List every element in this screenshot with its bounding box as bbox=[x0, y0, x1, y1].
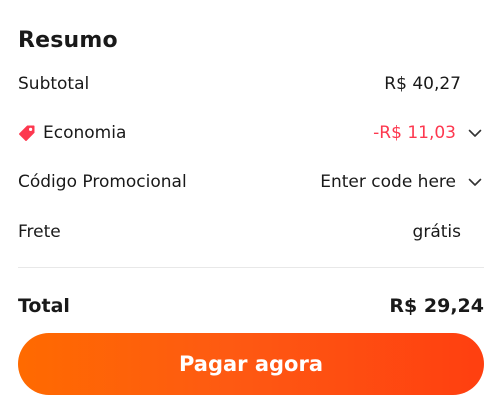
subtotal-value: R$ 40,27 bbox=[384, 74, 461, 94]
order-summary: Resumo Subtotal R$ 40,27 Economia -R$ 11… bbox=[18, 0, 484, 412]
shipping-value: grátis bbox=[412, 222, 461, 242]
total-value: R$ 29,24 bbox=[389, 295, 484, 317]
total-row: Total R$ 29,24 bbox=[18, 291, 484, 321]
shipping-value-wrap: grátis bbox=[413, 222, 484, 242]
pay-now-button[interactable]: Pagar agora bbox=[18, 333, 484, 395]
savings-row[interactable]: Economia -R$ 11,03 bbox=[18, 118, 484, 148]
promo-code-placeholder[interactable]: Enter code here bbox=[320, 172, 458, 192]
subtotal-label: Subtotal bbox=[18, 74, 90, 94]
shipping-row: Frete grátis bbox=[18, 217, 484, 247]
promo-code-row[interactable]: Código Promocional Enter code here bbox=[18, 167, 484, 197]
price-tag-icon bbox=[18, 124, 36, 142]
divider bbox=[18, 267, 484, 268]
summary-title: Resumo bbox=[18, 28, 118, 53]
total-label: Total bbox=[18, 295, 70, 317]
savings-value-wrap: -R$ 11,03 bbox=[373, 123, 484, 143]
subtotal-value-wrap: R$ 40,27 bbox=[384, 74, 484, 94]
chevron-down-icon[interactable] bbox=[466, 173, 484, 191]
promo-code-value-wrap[interactable]: Enter code here bbox=[320, 172, 484, 192]
savings-label-wrap: Economia bbox=[18, 123, 373, 143]
chevron-down-icon[interactable] bbox=[466, 124, 484, 142]
savings-value: -R$ 11,03 bbox=[373, 123, 456, 143]
savings-label: Economia bbox=[43, 123, 127, 143]
promo-code-label: Código Promocional bbox=[18, 172, 187, 192]
subtotal-row: Subtotal R$ 40,27 bbox=[18, 69, 484, 99]
shipping-label: Frete bbox=[18, 222, 61, 242]
